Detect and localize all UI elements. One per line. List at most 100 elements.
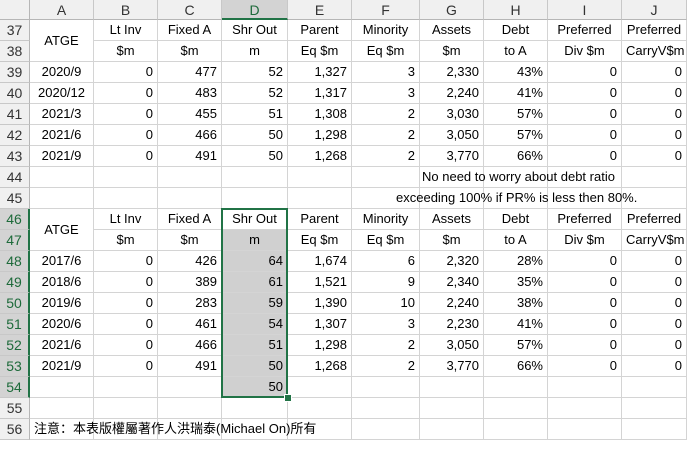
row-header-49[interactable]: 49 (0, 272, 30, 293)
table1-data-cell[interactable]: 0 (94, 125, 158, 146)
table1-header-top-cell[interactable]: Preferred (622, 20, 687, 41)
table2-header-bottom-cell[interactable]: to A (484, 230, 548, 251)
table2-data-cell[interactable]: 0 (94, 356, 158, 377)
column-header-g[interactable]: G (420, 0, 484, 20)
grid-cell[interactable] (352, 398, 420, 419)
table2-data-cell[interactable]: 3,770 (420, 356, 484, 377)
table1-data-cell[interactable]: 43% (484, 62, 548, 83)
table2-label-cell[interactable]: ATGE (30, 209, 94, 251)
table1-data-cell[interactable]: 3,770 (420, 146, 484, 167)
grid-cell[interactable] (352, 419, 420, 440)
table2-data-cell[interactable]: 491 (158, 356, 222, 377)
grid-cell[interactable] (352, 377, 420, 398)
table1-data-cell[interactable]: 0 (622, 104, 687, 125)
table2-data-cell[interactable]: 389 (158, 272, 222, 293)
table2-data-cell[interactable]: 2018/6 (30, 272, 94, 293)
table1-data-cell[interactable]: 2021/9 (30, 146, 94, 167)
table2-data-cell[interactable]: 0 (622, 335, 687, 356)
table2-data-cell[interactable]: 6 (352, 251, 420, 272)
grid-cell[interactable] (420, 398, 484, 419)
table2-data-cell[interactable]: 38% (484, 293, 548, 314)
table1-data-cell[interactable]: 50 (222, 125, 288, 146)
row-header-53[interactable]: 53 (0, 356, 30, 377)
grid-cell[interactable] (222, 167, 288, 188)
table2-data-cell[interactable]: 1,674 (288, 251, 352, 272)
table2-header-bottom-cell[interactable]: Eq $m (288, 230, 352, 251)
table2-data-cell[interactable]: 0 (548, 335, 622, 356)
table1-header-bottom-cell[interactable]: Eq $m (352, 41, 420, 62)
table1-data-cell[interactable]: 0 (94, 146, 158, 167)
row-header-50[interactable]: 50 (0, 293, 30, 314)
table1-data-cell[interactable]: 2021/6 (30, 125, 94, 146)
table1-data-cell[interactable]: 2,330 (420, 62, 484, 83)
grid-cell[interactable] (622, 167, 687, 188)
table2-data-cell[interactable]: 0 (622, 272, 687, 293)
table1-data-cell[interactable]: 2 (352, 104, 420, 125)
table1-data-cell[interactable]: 66% (484, 146, 548, 167)
table1-data-cell[interactable]: 0 (548, 83, 622, 104)
table2-data-cell[interactable]: 2 (352, 335, 420, 356)
table2-data-cell[interactable]: 41% (484, 314, 548, 335)
row-header-39[interactable]: 39 (0, 62, 30, 83)
row-header-47[interactable]: 47 (0, 230, 30, 251)
table1-header-bottom-cell[interactable]: to A (484, 41, 548, 62)
table1-data-cell[interactable]: 0 (94, 104, 158, 125)
grid-cell[interactable] (484, 419, 548, 440)
table2-data-cell[interactable]: 2,340 (420, 272, 484, 293)
table2-data-cell[interactable]: 0 (548, 314, 622, 335)
table2-data-cell[interactable]: 3,050 (420, 335, 484, 356)
table2-data-cell[interactable]: 2019/6 (30, 293, 94, 314)
table1-data-cell[interactable]: 57% (484, 104, 548, 125)
row-header-44[interactable]: 44 (0, 167, 30, 188)
table2-data-cell[interactable]: 0 (548, 293, 622, 314)
table2-data-cell[interactable]: 0 (94, 251, 158, 272)
table2-data-cell[interactable]: 0 (622, 314, 687, 335)
table2-data-cell[interactable]: 0 (94, 272, 158, 293)
row-header-40[interactable]: 40 (0, 83, 30, 104)
row-header-52[interactable]: 52 (0, 335, 30, 356)
grid-cell[interactable] (622, 398, 687, 419)
table1-data-cell[interactable]: 3,050 (420, 125, 484, 146)
table1-header-top-cell[interactable]: Minority (352, 20, 420, 41)
grid-cell[interactable] (288, 188, 352, 209)
cell-d54[interactable]: 50 (222, 377, 288, 398)
row-header-55[interactable]: 55 (0, 398, 30, 419)
table2-data-cell[interactable]: 0 (548, 251, 622, 272)
table1-header-bottom-cell[interactable]: $m (158, 41, 222, 62)
grid-cell[interactable] (30, 167, 94, 188)
table1-data-cell[interactable]: 2 (352, 125, 420, 146)
table1-data-cell[interactable]: 0 (622, 83, 687, 104)
grid-cell[interactable] (548, 377, 622, 398)
table1-data-cell[interactable]: 0 (548, 125, 622, 146)
table2-header-top-cell[interactable]: Preferred (622, 209, 687, 230)
column-header-b[interactable]: B (94, 0, 158, 20)
table1-data-cell[interactable]: 52 (222, 83, 288, 104)
select-all-corner[interactable] (0, 0, 30, 20)
table2-data-cell[interactable]: 283 (158, 293, 222, 314)
table2-data-cell[interactable]: 2,320 (420, 251, 484, 272)
table2-data-cell[interactable]: 3 (352, 314, 420, 335)
grid-cell[interactable] (158, 188, 222, 209)
grid-cell[interactable] (94, 188, 158, 209)
table2-data-cell[interactable]: 35% (484, 272, 548, 293)
table2-data-cell[interactable]: 1,521 (288, 272, 352, 293)
table2-data-cell[interactable]: 0 (548, 272, 622, 293)
table1-data-cell[interactable]: 483 (158, 83, 222, 104)
column-header-d[interactable]: D (222, 0, 288, 20)
table1-data-cell[interactable]: 2020/9 (30, 62, 94, 83)
table1-header-top-cell[interactable]: Parent (288, 20, 352, 41)
grid-cell[interactable] (420, 377, 484, 398)
grid-cell[interactable] (622, 377, 687, 398)
column-header-j[interactable]: J (622, 0, 687, 20)
table1-header-top-cell[interactable]: Assets (420, 20, 484, 41)
column-header-h[interactable]: H (484, 0, 548, 20)
table1-data-cell[interactable]: 2 (352, 146, 420, 167)
table2-header-bottom-cell[interactable]: CarryV$m (622, 230, 687, 251)
table2-data-cell[interactable]: 0 (622, 251, 687, 272)
grid-cell[interactable] (288, 167, 352, 188)
table2-data-cell[interactable]: 0 (548, 356, 622, 377)
table2-data-cell[interactable]: 59 (222, 293, 288, 314)
table2-data-cell[interactable]: 28% (484, 251, 548, 272)
table2-data-cell[interactable]: 2020/6 (30, 314, 94, 335)
table1-header-bottom-cell[interactable]: Div $m (548, 41, 622, 62)
